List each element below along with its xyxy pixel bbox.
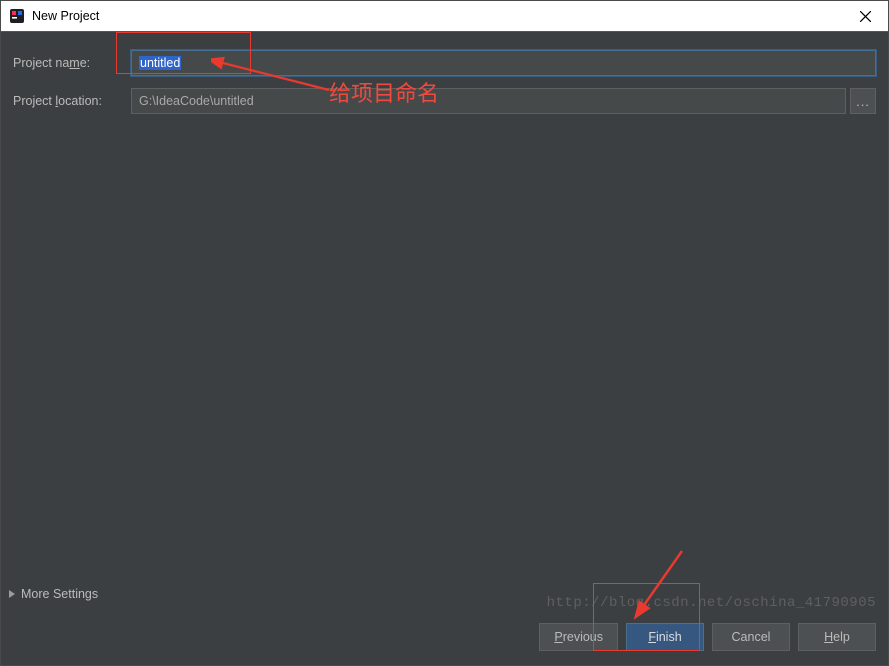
cancel-button[interactable]: Cancel [712, 623, 790, 651]
browse-button[interactable]: ... [850, 88, 876, 114]
project-name-value: untitled [139, 56, 181, 70]
project-name-row: Project name: untitled [13, 50, 876, 76]
ellipsis-icon: ... [856, 94, 870, 109]
window-title: New Project [32, 9, 99, 23]
watermark-text: http://blog.csdn.net/oschina_41790905 [547, 595, 876, 611]
close-button[interactable] [842, 1, 888, 31]
close-icon [860, 11, 871, 22]
project-location-label: Project location: [13, 94, 131, 108]
finish-button[interactable]: Finish [626, 623, 704, 651]
project-location-value: G:\IdeaCode\untitled [139, 94, 254, 108]
help-button[interactable]: Help [798, 623, 876, 651]
intellij-icon [9, 8, 25, 24]
more-settings-label: More Settings [21, 587, 98, 601]
button-bar: Previous Finish Cancel Help [539, 623, 876, 651]
chevron-right-icon [9, 590, 15, 598]
project-name-input[interactable]: untitled [131, 50, 876, 76]
project-location-input[interactable]: G:\IdeaCode\untitled [131, 88, 846, 114]
project-location-row: Project location: G:\IdeaCode\untitled .… [13, 88, 876, 114]
titlebar: New Project [1, 1, 888, 32]
form-area: Project name: untitled Project location:… [1, 32, 888, 126]
more-settings-toggle[interactable]: More Settings [9, 587, 98, 601]
new-project-window: New Project Project name: untitled Proje… [0, 0, 889, 666]
previous-button[interactable]: Previous [539, 623, 618, 651]
project-name-label: Project name: [13, 56, 131, 70]
dialog-body: Project name: untitled Project location:… [1, 32, 888, 665]
